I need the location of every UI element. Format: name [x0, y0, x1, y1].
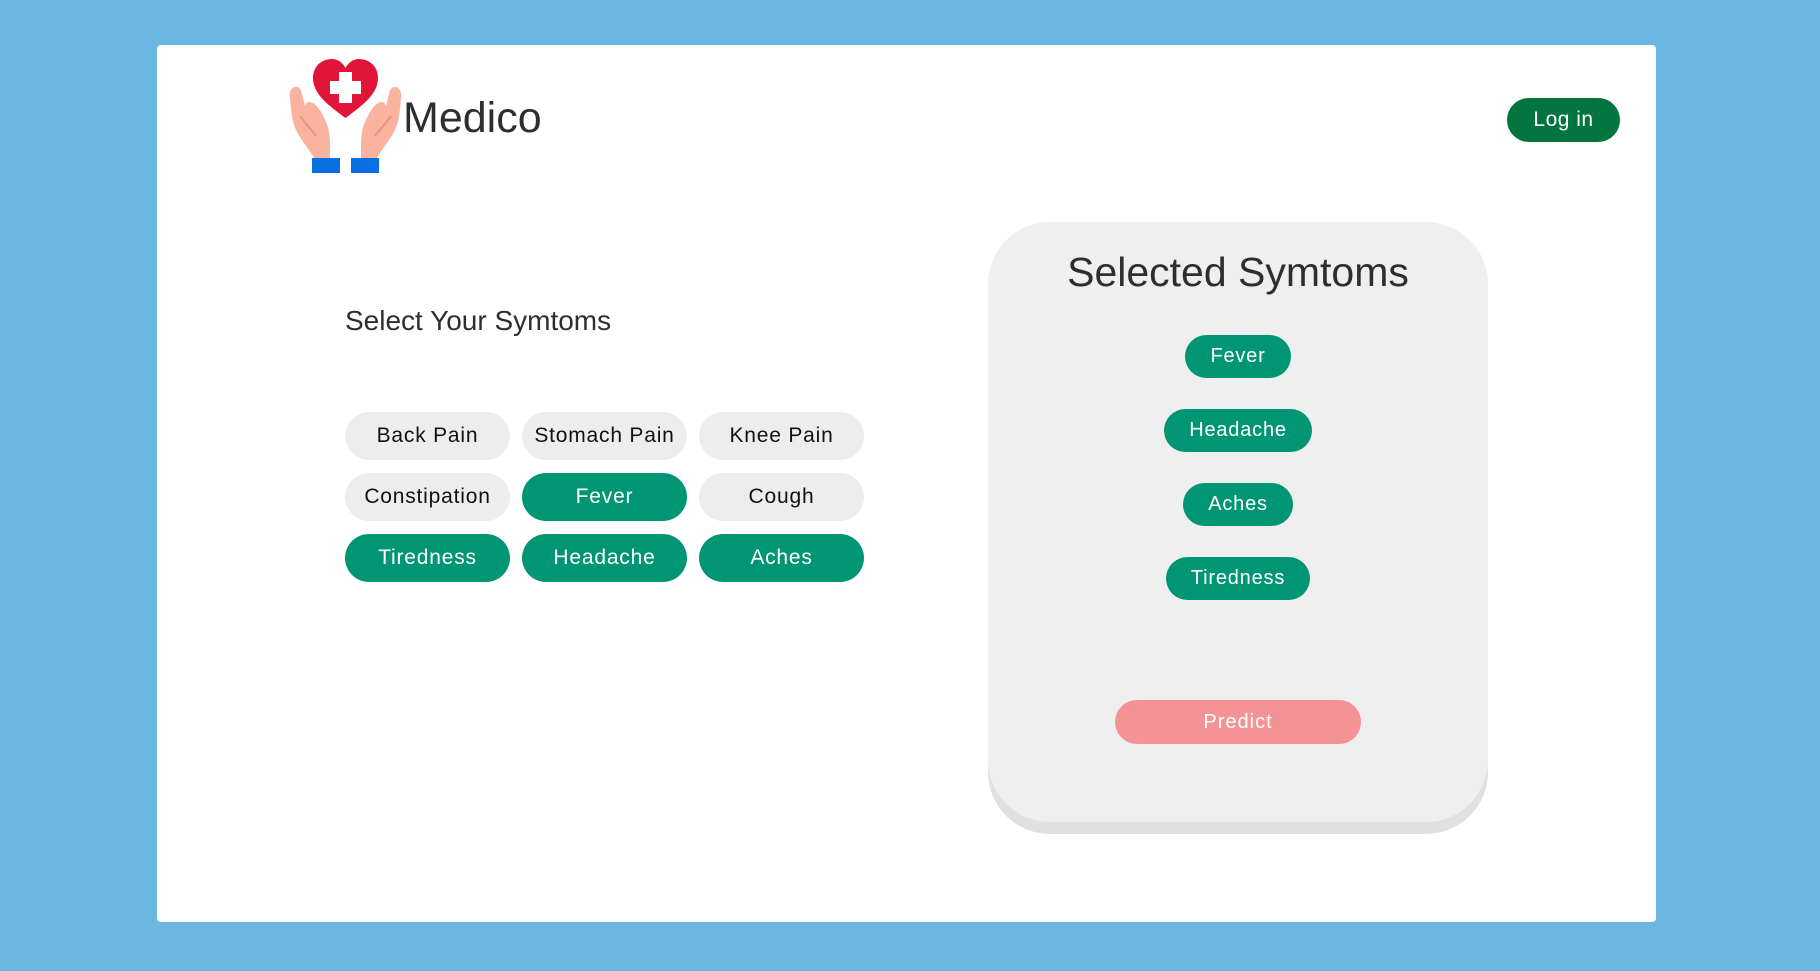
symptom-chip-cough[interactable]: Cough	[699, 473, 864, 521]
symptom-grid: Back Pain Stomach Pain Knee Pain Constip…	[345, 412, 864, 582]
selected-symptoms-panel: Selected Symtoms Fever Headache Aches Ti…	[988, 222, 1488, 822]
selected-symptoms-list: Fever Headache Aches Tiredness	[988, 335, 1488, 600]
main-card: Medico Log in Select Your Symtoms Back P…	[157, 45, 1656, 922]
symptom-chip-knee-pain[interactable]: Knee Pain	[699, 412, 864, 460]
brand-name: Medico	[403, 94, 542, 142]
selected-chip-aches[interactable]: Aches	[1183, 483, 1293, 526]
selected-chip-tiredness[interactable]: Tiredness	[1165, 557, 1311, 600]
symptom-chip-aches[interactable]: Aches	[699, 534, 864, 582]
predict-button[interactable]: Predict	[1115, 700, 1361, 744]
selected-chip-fever[interactable]: Fever	[1185, 335, 1291, 378]
logo-heart-hands-icon	[289, 59, 402, 173]
selected-chip-headache[interactable]: Headache	[1164, 409, 1312, 452]
symptom-chip-fever[interactable]: Fever	[522, 473, 687, 521]
symptom-chip-stomach-pain[interactable]: Stomach Pain	[522, 412, 687, 460]
symptom-chip-back-pain[interactable]: Back Pain	[345, 412, 510, 460]
symptom-chip-tiredness[interactable]: Tiredness	[345, 534, 510, 582]
login-button[interactable]: Log in	[1507, 98, 1620, 142]
symptom-picker-title: Select Your Symtoms	[345, 305, 612, 336]
selected-panel-title: Selected Symtoms	[1067, 249, 1409, 295]
symptom-chip-headache[interactable]: Headache	[522, 534, 687, 582]
symptom-chip-constipation[interactable]: Constipation	[345, 473, 510, 521]
